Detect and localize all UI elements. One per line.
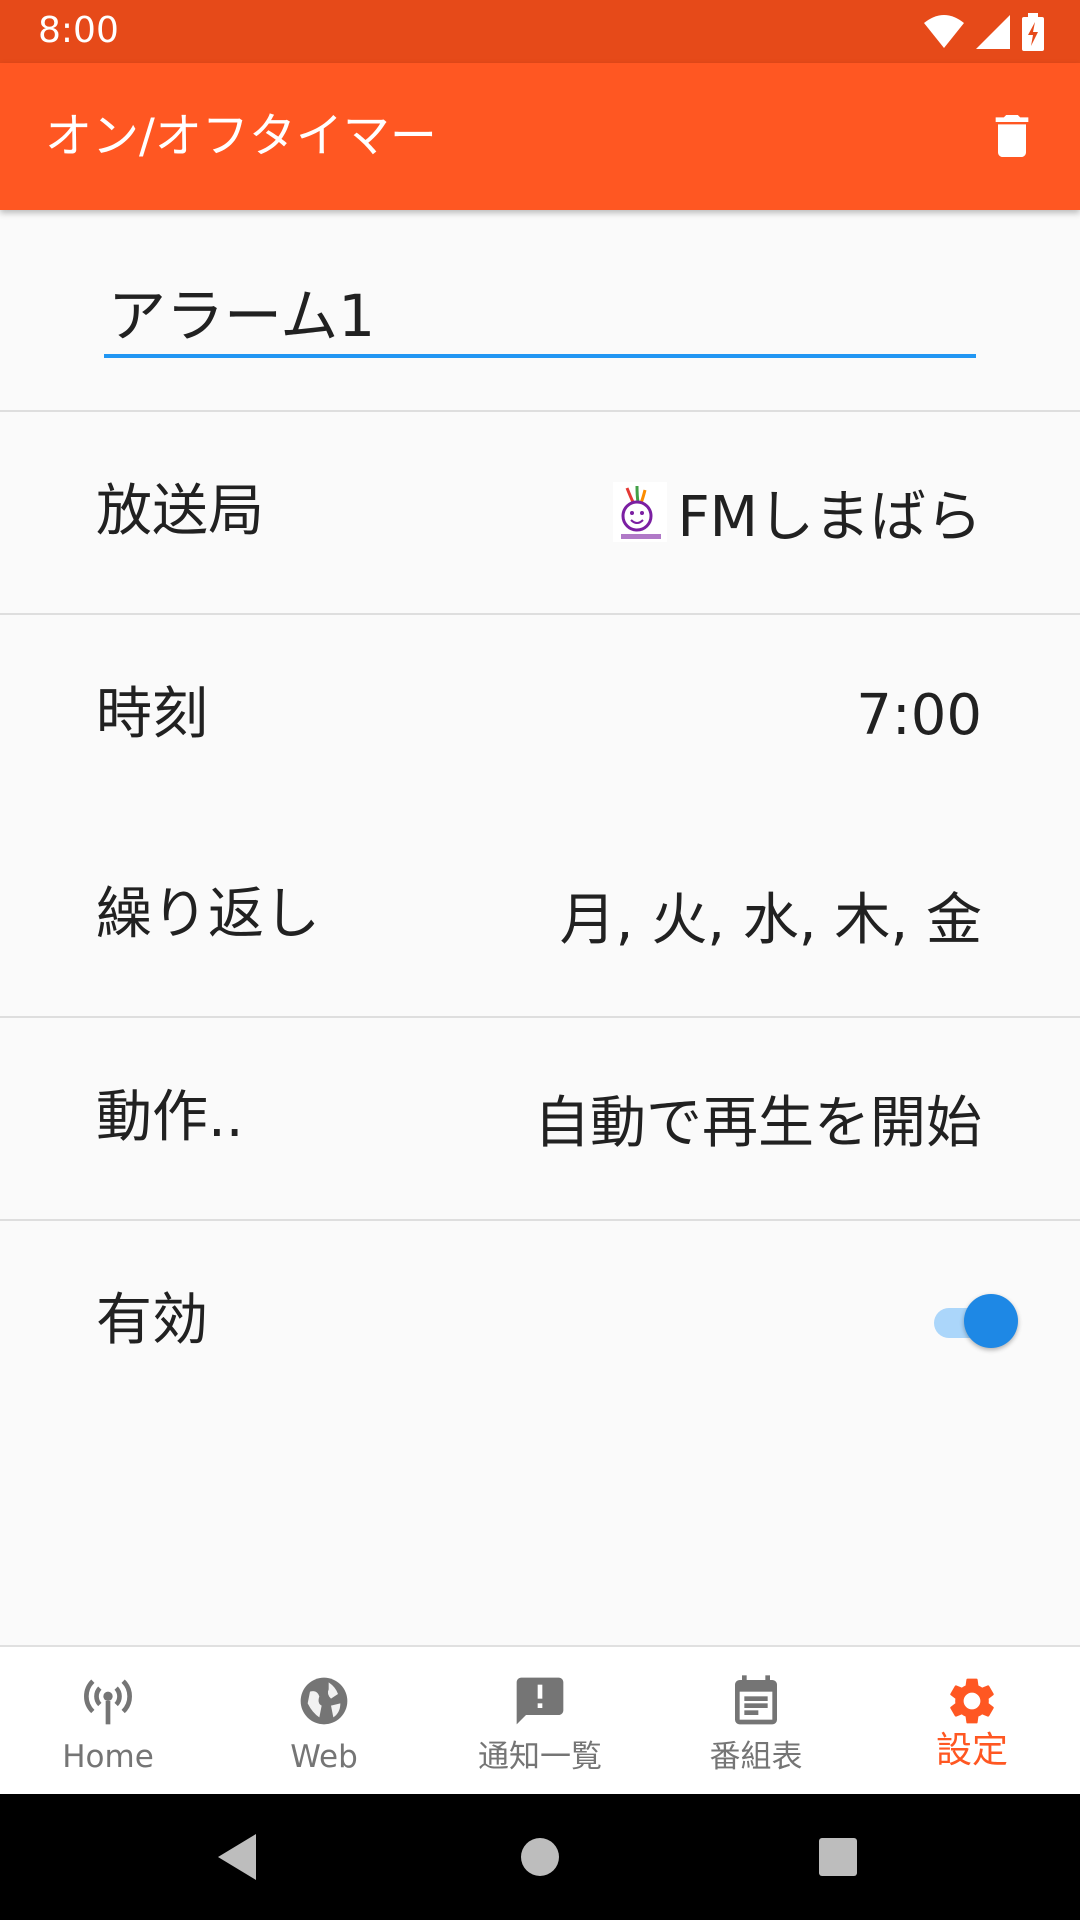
nav-item-schedule[interactable]: 番組表	[648, 1647, 864, 1795]
station-label: 放送局	[96, 479, 264, 544]
action-value: 自動で再生を開始	[534, 1090, 982, 1156]
trash-icon[interactable]	[984, 108, 1040, 164]
nav-label: 設定	[935, 1730, 1008, 1771]
alert-message-icon	[516, 1677, 564, 1725]
nav-label: Home	[62, 1739, 154, 1775]
time-label: 時刻	[96, 682, 208, 747]
repeat-value: 月, 火, 水, 木, 金	[559, 887, 982, 953]
status-icons	[924, 12, 1044, 52]
repeat-row[interactable]: 繰り返し 月, 火, 水, 木, 金	[0, 815, 1080, 1015]
back-icon[interactable]	[178, 1794, 298, 1920]
nav-item-notifications[interactable]: 通知一覧	[432, 1647, 648, 1795]
antenna-icon	[84, 1679, 132, 1725]
status-time: 8:00	[38, 10, 119, 51]
station-row[interactable]: 放送局 FMしまばら	[0, 412, 1080, 612]
recents-icon[interactable]	[778, 1794, 898, 1920]
battery-charging-icon	[1022, 13, 1044, 51]
wifi-icon	[924, 15, 964, 48]
station-logo-icon	[613, 482, 668, 542]
repeat-label: 繰り返し	[96, 882, 320, 947]
globe-icon	[300, 1677, 348, 1725]
enabled-toggle[interactable]	[934, 1294, 1018, 1350]
station-name: FMしまばら	[677, 484, 982, 550]
status-bar: 8:00	[0, 0, 1080, 63]
nav-item-home[interactable]: Home	[0, 1647, 216, 1795]
nav-label: 番組表	[709, 1739, 803, 1775]
time-value: 7:00	[856, 682, 982, 748]
nav-label: 通知一覧	[478, 1739, 602, 1775]
toggle-thumb	[964, 1294, 1018, 1348]
page-title: オン/オフタイマー	[45, 109, 437, 164]
alarm-name-input[interactable]	[104, 268, 976, 358]
nav-item-web[interactable]: Web	[216, 1647, 432, 1795]
station-value: FMしまばら	[613, 412, 982, 612]
signal-icon	[976, 15, 1010, 49]
nav-label: Web	[290, 1739, 358, 1775]
nav-item-settings[interactable]: 設定	[864, 1647, 1080, 1795]
app-bar: オン/オフタイマー	[0, 63, 1080, 210]
system-nav-bar	[0, 1794, 1080, 1920]
action-row[interactable]: 動作.. 自動で再生を開始	[0, 1018, 1080, 1218]
home-circle-icon[interactable]	[480, 1794, 600, 1920]
bottom-nav: Home Web 通知一覧 番組表 設定	[0, 1645, 1080, 1795]
gear-icon	[950, 1678, 994, 1724]
time-row[interactable]: 時刻 7:00	[0, 615, 1080, 815]
enabled-label: 有効	[96, 1288, 208, 1353]
enabled-row: 有効	[0, 1221, 1080, 1421]
action-label: 動作..	[96, 1085, 244, 1150]
calendar-icon	[735, 1675, 777, 1725]
